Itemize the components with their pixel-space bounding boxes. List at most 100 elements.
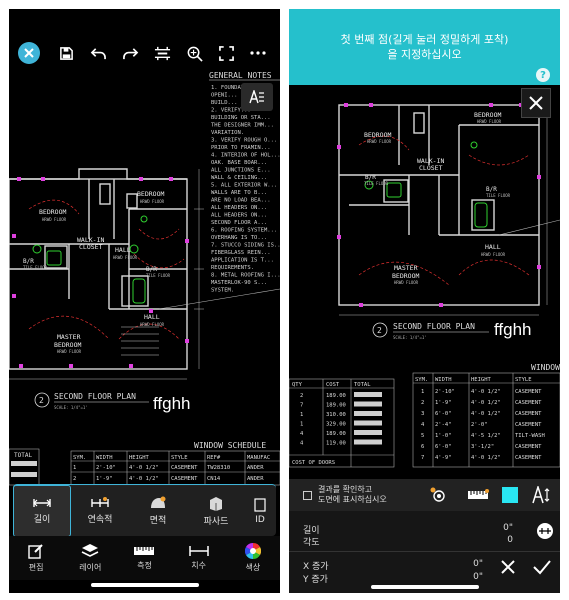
nav-color[interactable]: 색상 [228, 543, 278, 573]
length-value: 0" [503, 523, 513, 533]
schedule-cell: 4'-0 1/2" [129, 465, 159, 471]
text-size-icon[interactable] [532, 486, 552, 504]
text-format-icon[interactable] [241, 83, 273, 111]
window-cell: CASEMENT [515, 400, 542, 406]
notes-line: VARIATION. [211, 130, 244, 136]
snap-settings-icon[interactable] [428, 487, 446, 503]
tool-area[interactable]: 면적 [129, 485, 187, 537]
tool-continuous[interactable]: 연속적 [71, 485, 129, 537]
window-cell: 6'-0" [435, 444, 452, 450]
window-cell: 4'-9" [435, 455, 452, 461]
redo-icon[interactable] [114, 37, 146, 69]
schedule-title: WINDOW SCHEDULE [194, 441, 266, 450]
text-annotation[interactable]: ffghh [153, 394, 191, 414]
close-icon[interactable] [521, 88, 551, 118]
cost-total-bar [354, 439, 382, 445]
schedule-cell: CASEMENT [171, 465, 198, 471]
ruler-icon[interactable] [467, 489, 489, 501]
y-increment-label: Y 증가 [303, 575, 328, 585]
window-cell: CASEMENT [515, 389, 542, 395]
window-cell: TILT-WASH [515, 433, 545, 439]
nav-layers[interactable]: 레이어 [65, 543, 115, 573]
notes-line: APPLICATION IS T... [211, 258, 274, 264]
text-annotation[interactable]: ffghh [494, 320, 532, 340]
cost-footer: COST OF DOORS [292, 460, 335, 466]
show-result-checkbox[interactable] [303, 490, 312, 500]
room-label: B/R [365, 174, 376, 181]
facade-icon [210, 497, 222, 511]
notes-line: 5. ALL EXTERIOR W... [211, 183, 277, 189]
undo-icon[interactable] [82, 37, 114, 69]
notes-line: REQUIREMENTS. [211, 265, 254, 271]
tool-id-label: ID [255, 514, 265, 525]
cost-cell: 1 [300, 412, 303, 418]
schedule-header: MANUFAC [247, 455, 270, 461]
tool-continuous-label: 연속적 [87, 515, 113, 525]
window-cell: 1 [421, 389, 424, 395]
window-cell: 6'-0" [435, 411, 452, 417]
room-label: B/R [486, 186, 497, 193]
save-icon[interactable] [50, 37, 82, 69]
plan-number: 2 [39, 396, 44, 405]
tool-id[interactable]: ID [245, 485, 275, 537]
room-sublabel: HRWD FLOOR [367, 139, 392, 144]
floor-plan-drawing: BEDROOM HRWD FLOOR BEDROOM HRWD FLOOR WA… [289, 103, 560, 468]
cost-total-bar [354, 401, 382, 407]
nav-layers-label: 레이어 [79, 563, 102, 572]
confirm-check-icon[interactable] [532, 559, 552, 575]
tool-length-label: 길이 [33, 515, 51, 525]
room-label: HALL [144, 313, 160, 321]
measurement-panel: 결과를 확인하고 도면에 표시하십시오 길이 0" 각도 0 X 증가 0" Y… [289, 479, 560, 593]
room-sublabel: TILE FLOOR [486, 193, 511, 198]
tool-length[interactable]: 길이 [13, 485, 71, 537]
instruction-line-2: 을 지정하십시오 [387, 48, 462, 61]
notes-title: GENERAL NOTES [209, 71, 272, 80]
cost-header: QTY [292, 382, 303, 388]
room-label: MASTER [57, 333, 81, 341]
window-header: HEIGHT [471, 377, 492, 383]
notes-line: WALL & CEILING... [211, 175, 267, 181]
nav-dimension[interactable]: 치수 [174, 545, 224, 571]
bottom-navigation: 편집 레이어 측정 치수 색상 [9, 536, 280, 580]
area-icon [151, 496, 166, 508]
window-schedule-table: SYM. WIDTH HEIGHT STYLE 1 2'-10" 4'-0 1/2" CASE… [415, 377, 545, 461]
schedule-header: STYLE [171, 455, 188, 461]
zoom-icon[interactable] [178, 37, 210, 69]
nav-edit-label: 편집 [28, 563, 44, 572]
total-label: TOTAL [14, 452, 32, 459]
nav-measure-label: 측정 [137, 561, 152, 570]
y-increment-value: 0" [473, 572, 483, 582]
left-screen: GENERAL NOTES 1. FOUNDATION... OPENI... BU… [9, 9, 280, 593]
room-label: MASTER [394, 264, 418, 272]
continuous-icon [91, 497, 109, 507]
schedule-header: HEIGHT [129, 455, 150, 461]
notes-line: WALLS ARE TO B... [211, 190, 267, 196]
right-screen: 첫 번째 점(길게 눌러 정밀하게 포착) 을 지정하십시오 ? BEDROOM… [289, 9, 560, 593]
more-icon[interactable] [242, 37, 274, 69]
nav-measure[interactable]: 측정 [119, 545, 169, 571]
measure-icon [134, 547, 155, 555]
window-cell: 1'-9" [435, 400, 452, 406]
fullscreen-icon[interactable] [210, 37, 242, 69]
room-sublabel: BEDROOM [392, 272, 419, 280]
help-icon[interactable]: ? [536, 68, 550, 82]
room-label: HALL [115, 246, 131, 254]
crop-icon[interactable] [146, 37, 178, 69]
nav-edit[interactable]: 편집 [11, 543, 61, 573]
panel-options-row: 결과를 확인하고 도면에 표시하십시오 [289, 479, 560, 511]
schedule-cell: 1'-9" [96, 476, 113, 482]
tool-facade[interactable]: 파사드 [187, 485, 245, 537]
line-color-swatch[interactable] [502, 487, 518, 503]
notes-line: ALL JUNCTIONS E... [211, 168, 271, 174]
close-icon[interactable] [18, 42, 40, 64]
room-label: BEDROOM [364, 131, 391, 139]
room-sublabel: TILE FLOOR [146, 273, 171, 278]
window-cell: CASEMENT [515, 444, 542, 450]
cancel-icon[interactable] [500, 559, 516, 575]
room-sublabel: HRWD FLOOR [481, 252, 506, 257]
drawing-canvas[interactable]: BEDROOM HRWD FLOOR BEDROOM HRWD FLOOR WA… [289, 85, 560, 485]
home-indicator [371, 585, 479, 589]
notes-line: PRIOR TO FRAMIN... [211, 145, 271, 151]
length-angle-icon[interactable] [535, 521, 555, 541]
length-icon [33, 499, 51, 507]
